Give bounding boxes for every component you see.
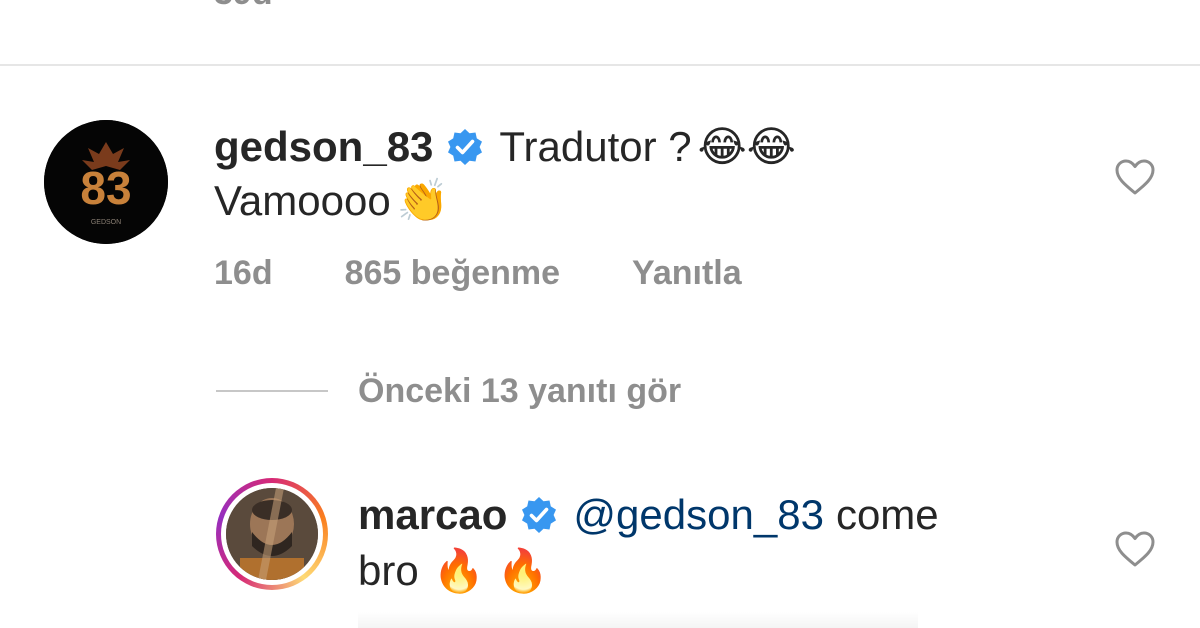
heart-outline-icon[interactable]: [1114, 530, 1156, 568]
likes-count-link[interactable]: 865 beğenme: [345, 254, 560, 293]
reply-thread-line: [216, 390, 328, 392]
verified-badge-icon: [445, 127, 485, 167]
profile-photo-icon: [226, 488, 318, 580]
username-link[interactable]: marcao: [358, 490, 507, 540]
reply-button[interactable]: Yanıtla: [632, 254, 742, 293]
comment-line-2: bro 🔥 🔥: [358, 546, 549, 596]
comment-text-2: Vamoooo: [214, 177, 391, 224]
comment-line-1: marcao @gedson_83 come: [358, 490, 939, 540]
view-previous-replies-button[interactable]: Önceki 13 yanıtı gör: [216, 368, 681, 414]
avatar-sub-text: GEDSON: [91, 219, 121, 226]
heart-outline-icon[interactable]: [1114, 158, 1156, 196]
clapping-hands-emoji-icon: 👏: [396, 177, 449, 224]
tears-of-joy-emoji-icon: 😂😂: [697, 123, 796, 170]
comment-text-2: bro: [358, 547, 419, 594]
comment-text: Tradutor ?: [499, 123, 692, 170]
comment-gedson: 83 GEDSON gedson_83 Tradutor ? 😂😂 Vamooo…: [0, 66, 1200, 316]
comment-text: come: [835, 491, 939, 538]
username-link[interactable]: gedson_83: [214, 122, 433, 172]
comment-line-2: Vamoooo 👏: [214, 176, 449, 226]
story-ring[interactable]: [216, 478, 328, 590]
avatar[interactable]: 83 GEDSON: [44, 120, 168, 244]
comment-meta: 16d 865 beğenme Yanıtla: [214, 254, 814, 293]
view-previous-replies-label: Önceki 13 yanıtı gör: [358, 371, 682, 410]
mention-link[interactable]: @gedson_83: [573, 490, 824, 540]
fire-emoji-icon: 🔥 🔥: [432, 547, 549, 594]
avatar-logo-text: 83: [80, 162, 131, 214]
previous-comment-time: 39d: [214, 0, 273, 13]
comment-time: 16d: [214, 254, 273, 292]
avatar: [226, 488, 318, 580]
eagle-83-logo-icon: 83 GEDSON: [44, 120, 168, 244]
verified-badge-icon: [519, 495, 559, 535]
cut-off-meta-row: [358, 612, 918, 628]
comment-line-1: gedson_83 Tradutor ? 😂😂: [214, 122, 796, 172]
